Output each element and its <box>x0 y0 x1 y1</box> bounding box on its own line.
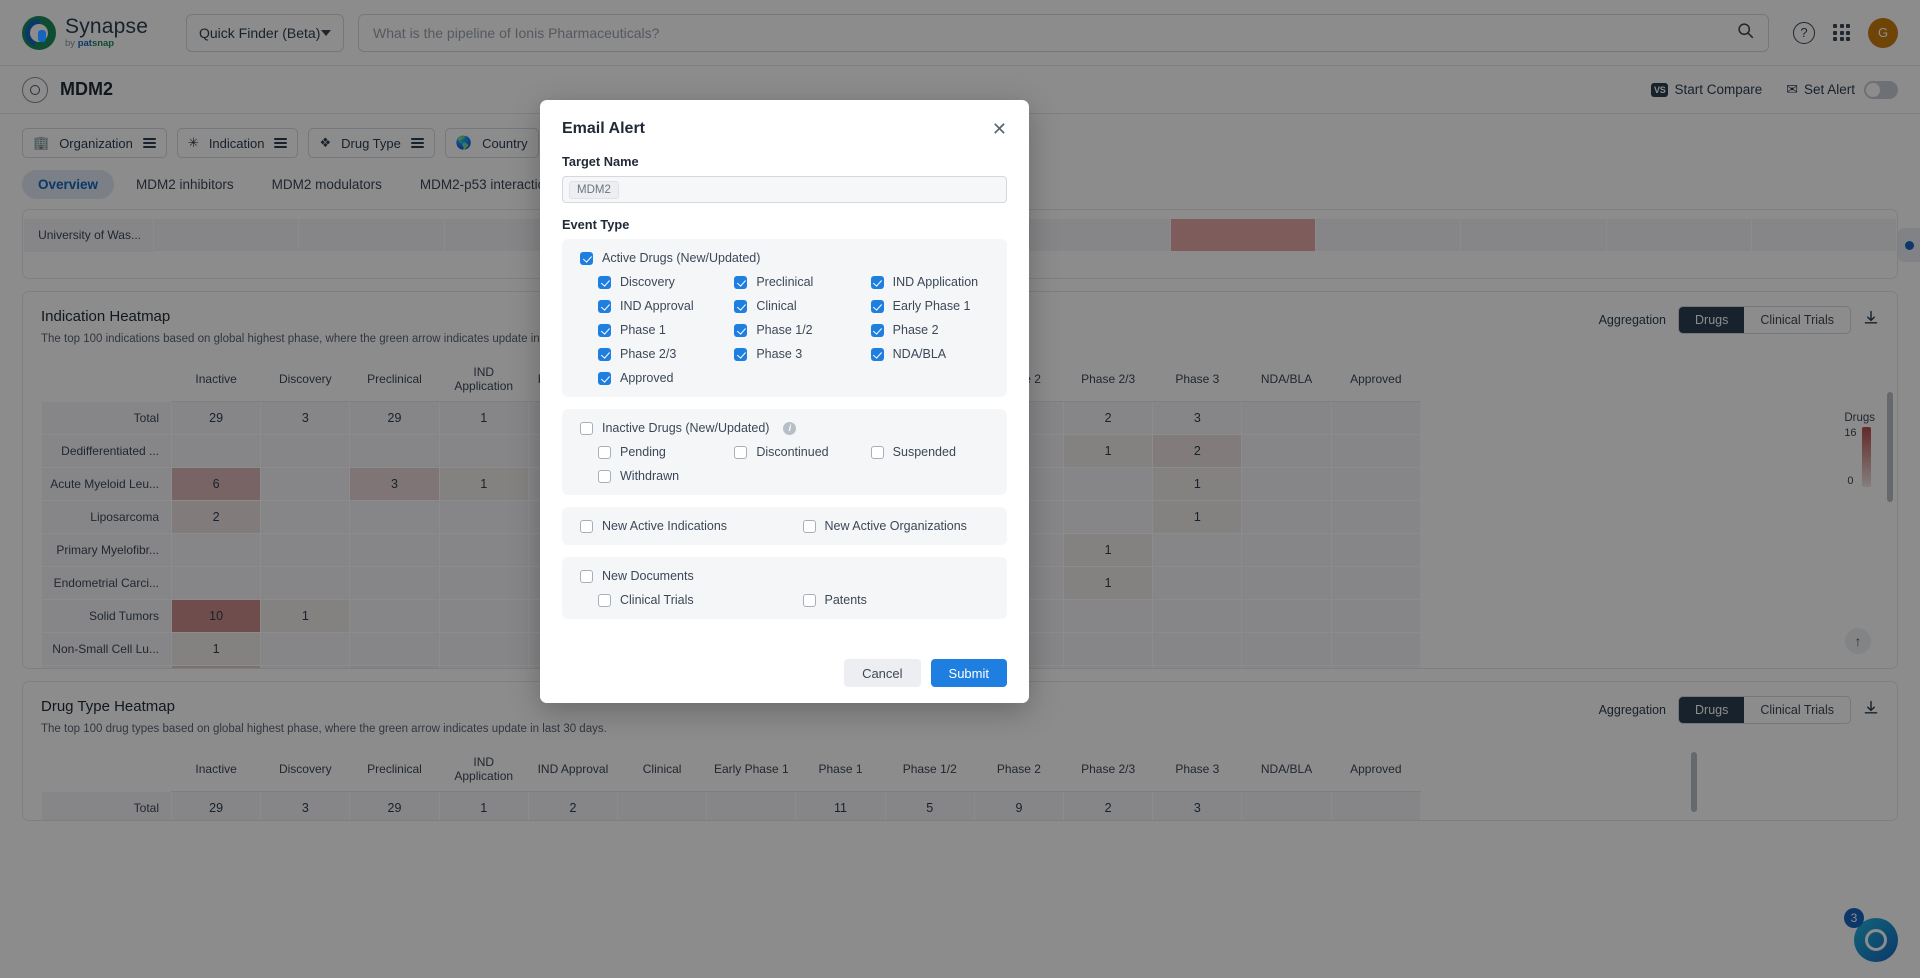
cancel-button[interactable]: Cancel <box>844 659 921 687</box>
checkbox-option-label: Early Phase 1 <box>892 299 971 313</box>
checkbox-option[interactable]: NDA/BLA <box>870 347 1007 361</box>
info-icon[interactable]: i <box>783 421 797 435</box>
checkbox-option[interactable]: Approved <box>598 371 734 385</box>
checkbox-icon[interactable] <box>802 593 816 607</box>
checkbox-option[interactable]: Suspended <box>870 445 1007 459</box>
app-root: Synapse by patsnap Quick Finder (Beta) ? <box>0 0 1920 978</box>
checkbox-option-label: NDA/BLA <box>892 347 947 361</box>
new-entities-group: New Active Indications New Active Organi… <box>562 507 1007 545</box>
active-drugs-parent-checkbox[interactable]: Active Drugs (New/Updated) <box>580 251 1007 265</box>
active-drugs-group: Active Drugs (New/Updated) Discovery Prec… <box>562 239 1007 397</box>
checkbox-icon[interactable] <box>580 251 593 265</box>
checkbox-option-label: Patents <box>824 593 867 607</box>
checkbox-option[interactable]: Discontinued <box>734 445 870 459</box>
checkbox-icon[interactable] <box>870 445 884 459</box>
checkbox-option-label: Phase 2 <box>892 323 939 337</box>
checkbox-option-label: Withdrawn <box>620 469 680 483</box>
new-active-organizations-checkbox[interactable]: New Active Organizations <box>802 519 1008 533</box>
checkbox-icon[interactable] <box>580 569 593 583</box>
checkbox-icon[interactable] <box>870 323 884 337</box>
new-documents-group: New Documents Clinical Trials Patents <box>562 557 1007 619</box>
checkbox-icon[interactable] <box>870 299 884 313</box>
checkbox-option-label: IND Approval <box>620 299 694 313</box>
checkbox-option-label: IND Application <box>892 275 979 289</box>
checkbox-icon[interactable] <box>734 299 748 313</box>
checkbox-icon[interactable] <box>580 519 593 533</box>
checkbox-option[interactable]: Withdrawn <box>598 469 734 483</box>
checkbox-option-label: Phase 1 <box>620 323 666 337</box>
checkbox-option[interactable]: IND Application <box>870 275 1007 289</box>
checkbox-option-label: Phase 2/3 <box>620 347 677 361</box>
new-active-organizations-label: New Active Organizations <box>824 519 967 533</box>
new-documents-children: Clinical Trials Patents <box>580 593 1007 607</box>
checkbox-option-label: Phase 1/2 <box>756 323 813 337</box>
checkbox-option[interactable]: Phase 2/3 <box>598 347 734 361</box>
modal-header: Email Alert ✕ <box>540 100 1029 142</box>
checkbox-icon[interactable] <box>734 323 748 337</box>
checkbox-icon[interactable] <box>580 421 593 435</box>
inactive-drugs-parent-checkbox[interactable]: Inactive Drugs (New/Updated) i <box>580 421 1007 435</box>
checkbox-option[interactable]: IND Approval <box>598 299 734 313</box>
target-name-label: Target Name <box>562 154 639 169</box>
new-documents-parent-checkbox[interactable]: New Documents <box>580 569 1007 583</box>
checkbox-option-label: Phase 3 <box>756 347 803 361</box>
active-drugs-parent-label: Active Drugs (New/Updated) <box>602 251 761 265</box>
checkbox-option[interactable]: Clinical <box>734 299 870 313</box>
event-type-label: Event Type <box>562 217 630 232</box>
checkbox-icon[interactable] <box>598 299 611 313</box>
checkbox-option[interactable]: Preclinical <box>734 275 870 289</box>
new-active-organizations-cell: New Active Organizations <box>785 519 1008 533</box>
new-active-indications-checkbox[interactable]: New Active Indications <box>580 519 785 533</box>
checkbox-option-label: Approved <box>620 371 674 385</box>
checkbox-option[interactable]: Patents <box>802 593 1008 607</box>
inactive-drugs-children: Pending Discontinued Suspended Withdrawn <box>580 445 1007 483</box>
checkbox-option[interactable]: Phase 1 <box>598 323 734 337</box>
checkbox-icon[interactable] <box>598 347 611 361</box>
new-active-indications-cell: New Active Indications <box>562 519 785 533</box>
inactive-drugs-parent-label: Inactive Drugs (New/Updated) <box>602 421 770 435</box>
new-active-indications-label: New Active Indications <box>602 519 728 533</box>
checkbox-option[interactable]: Early Phase 1 <box>870 299 1007 313</box>
modal-body[interactable]: Target Name MDM2 Event Type Active Drugs… <box>540 142 1029 647</box>
inactive-drugs-group: Inactive Drugs (New/Updated) i Pending Di… <box>562 409 1007 495</box>
modal-title: Email Alert <box>562 120 645 137</box>
checkbox-icon[interactable] <box>598 445 611 459</box>
checkbox-icon[interactable] <box>870 275 884 289</box>
checkbox-icon[interactable] <box>598 371 611 385</box>
target-name-chip: MDM2 <box>569 180 619 199</box>
checkbox-option[interactable]: Discovery <box>598 275 734 289</box>
checkbox-option[interactable]: Phase 3 <box>734 347 870 361</box>
checkbox-option-label: Preclinical <box>756 275 814 289</box>
checkbox-option-label: Pending <box>620 445 666 459</box>
checkbox-icon[interactable] <box>598 593 611 607</box>
close-icon[interactable]: ✕ <box>992 120 1007 138</box>
checkbox-icon[interactable] <box>802 519 816 533</box>
active-drugs-children: Discovery Preclinical IND Application IND A… <box>580 275 1007 385</box>
submit-button[interactable]: Submit <box>930 659 1007 687</box>
new-documents-parent-label: New Documents <box>602 569 694 583</box>
modal-footer: Cancel Submit <box>540 647 1029 703</box>
checkbox-icon[interactable] <box>870 347 884 361</box>
checkbox-icon[interactable] <box>734 445 748 459</box>
checkbox-option[interactable]: Pending <box>598 445 734 459</box>
checkbox-option[interactable]: Phase 2 <box>870 323 1007 337</box>
checkbox-icon[interactable] <box>734 275 748 289</box>
checkbox-option-label: Clinical Trials <box>620 593 694 607</box>
checkbox-option-label: Clinical <box>756 299 797 313</box>
checkbox-icon[interactable] <box>598 469 611 483</box>
checkbox-option-label: Discontinued <box>756 445 829 459</box>
checkbox-icon[interactable] <box>598 275 611 289</box>
checkbox-option[interactable]: Clinical Trials <box>598 593 803 607</box>
checkbox-icon[interactable] <box>734 347 748 361</box>
email-alert-modal: Email Alert ✕ Target Name MDM2 Event Typ… <box>540 100 1029 703</box>
checkbox-option[interactable]: Phase 1/2 <box>734 323 870 337</box>
checkbox-option-label: Suspended <box>892 445 956 459</box>
target-name-field[interactable]: MDM2 <box>562 176 1007 203</box>
checkbox-icon[interactable] <box>598 323 611 337</box>
checkbox-option-label: Discovery <box>620 275 675 289</box>
